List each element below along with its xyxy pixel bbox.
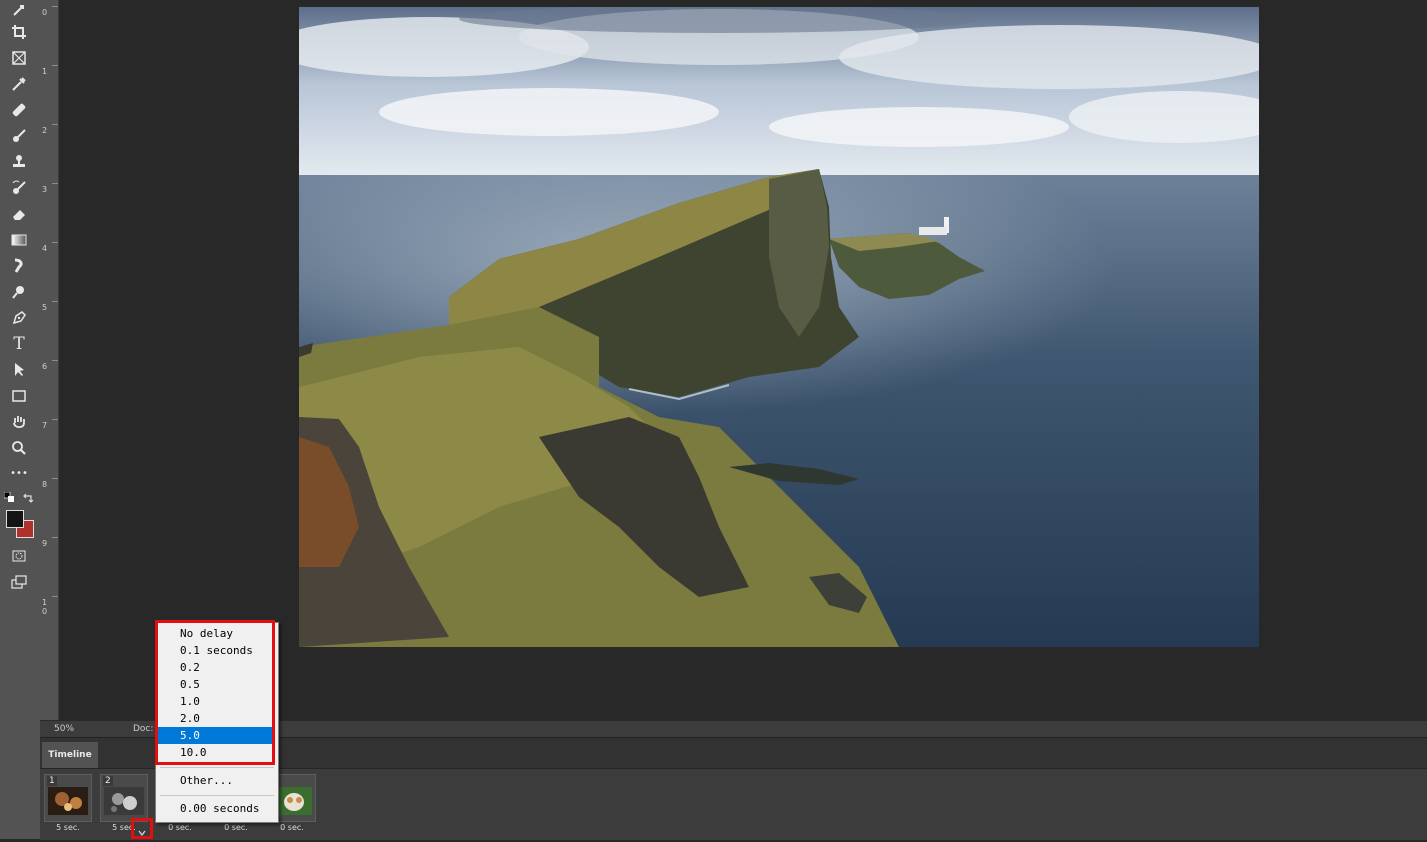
- menu-item-other[interactable]: Other...: [158, 772, 272, 789]
- dodge-icon[interactable]: [8, 282, 30, 302]
- canvas-image[interactable]: [299, 7, 1259, 647]
- timeline-frame[interactable]: 1 5 sec.: [42, 774, 94, 838]
- move-icon[interactable]: [8, 0, 30, 20]
- menu-item-5-0[interactable]: 5.0: [158, 727, 272, 744]
- foreground-color-swatch[interactable]: [6, 510, 24, 528]
- screen-mode-icon[interactable]: [8, 572, 30, 592]
- path-selection-icon[interactable]: [8, 360, 30, 380]
- ruler-tick: 1: [42, 67, 48, 76]
- crop-icon[interactable]: [8, 22, 30, 42]
- menu-item-0-1-seconds[interactable]: 0.1 seconds: [158, 642, 272, 659]
- pen-icon[interactable]: [8, 308, 30, 328]
- zoom-level[interactable]: 50%: [54, 724, 74, 734]
- gradient-icon[interactable]: [8, 230, 30, 250]
- ruler-tick: 0: [42, 8, 48, 17]
- tab-timeline[interactable]: Timeline: [42, 742, 98, 768]
- smudge-icon[interactable]: [8, 256, 30, 276]
- menu-item-0-2[interactable]: 0.2: [158, 659, 272, 676]
- vertical-ruler: 0 1 2 3 4 5 6 7 8 9 1 0: [40, 0, 59, 720]
- tools-panel: T •••: [0, 0, 41, 839]
- menu-separator: [160, 767, 274, 768]
- frame-thumbnail: [48, 787, 88, 815]
- default-colors-icon[interactable]: [4, 492, 14, 502]
- frame-icon[interactable]: [8, 48, 30, 68]
- brush-icon[interactable]: [8, 126, 30, 146]
- ruler-tick: 6: [42, 362, 48, 371]
- type-icon[interactable]: T: [8, 334, 30, 354]
- menu-item-10-0[interactable]: 10.0: [158, 744, 272, 761]
- frame-thumbnail: [104, 787, 144, 815]
- frame-delay[interactable]: 5 sec.: [44, 823, 92, 832]
- more-tools-icon[interactable]: •••: [8, 464, 30, 484]
- frame-delay[interactable]: 0 sec.: [212, 823, 260, 832]
- ruler-tick: 1 0: [42, 598, 48, 616]
- ruler-tick: 7: [42, 421, 48, 430]
- ruler-tick: 2: [42, 126, 48, 135]
- quick-mask-icon[interactable]: [8, 546, 30, 566]
- ruler-tick: 3: [42, 185, 48, 194]
- rectangle-icon[interactable]: [8, 386, 30, 406]
- menu-item-no-delay[interactable]: No delay: [158, 625, 272, 642]
- menu-item-0-5[interactable]: 0.5: [158, 676, 272, 693]
- ruler-tick: 8: [42, 480, 48, 489]
- chevron-down-icon[interactable]: [137, 823, 147, 836]
- history-brush-icon[interactable]: [8, 178, 30, 198]
- frame-number: 2: [103, 776, 113, 786]
- swap-colors-icon[interactable]: [22, 492, 34, 504]
- menu-item-2-0[interactable]: 2.0: [158, 710, 272, 727]
- frame-number: 1: [47, 776, 57, 786]
- menu-item-1-0[interactable]: 1.0: [158, 693, 272, 710]
- eyedropper-icon[interactable]: [8, 74, 30, 94]
- menu-item-current-delay[interactable]: 0.00 seconds: [158, 800, 272, 817]
- healing-brush-icon[interactable]: [8, 100, 30, 120]
- menu-separator: [160, 795, 274, 796]
- frame-delay-menu: No delay 0.1 seconds 0.2 0.5 1.0 2.0 5.0…: [155, 622, 279, 823]
- clone-stamp-icon[interactable]: [8, 152, 30, 172]
- eraser-icon[interactable]: [8, 204, 30, 224]
- zoom-icon[interactable]: [8, 438, 30, 458]
- frame-delay[interactable]: 0 sec.: [268, 823, 316, 832]
- hand-icon[interactable]: [8, 412, 30, 432]
- doc-info[interactable]: Doc:: [133, 724, 153, 734]
- ruler-tick: 9: [42, 539, 48, 548]
- ruler-tick: 4: [42, 244, 48, 253]
- frame-delay[interactable]: 0 sec.: [156, 823, 204, 832]
- ruler-tick: 5: [42, 303, 48, 312]
